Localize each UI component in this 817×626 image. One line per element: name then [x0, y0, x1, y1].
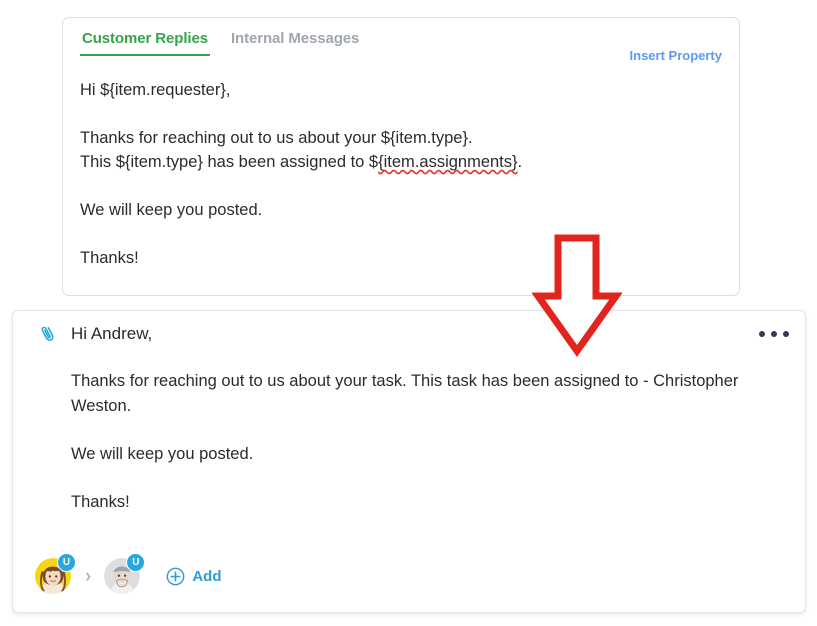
- ellipsis-dot: [759, 331, 765, 337]
- assignee-chevron-icon: ›: [85, 565, 92, 587]
- add-assignee-button[interactable]: Add: [166, 567, 222, 586]
- tab-internal-messages[interactable]: Internal Messages: [229, 18, 361, 56]
- template-paragraph: Thanks for reaching out to us about your…: [80, 126, 721, 174]
- misspelled-token: {item.assignments}: [378, 153, 518, 171]
- message-paragraph-2: We will keep you posted.: [71, 445, 254, 463]
- ellipsis-icon[interactable]: [757, 324, 791, 344]
- paperclip-icon[interactable]: [37, 323, 59, 345]
- avatar-assignee[interactable]: U: [104, 553, 146, 594]
- avatar-requester[interactable]: U: [35, 553, 76, 594]
- ellipsis-dot: [771, 331, 777, 337]
- template-paragraph-line2-suffix: .: [517, 153, 523, 171]
- template-signoff: Thanks!: [80, 249, 139, 267]
- template-paragraph-line1: Thanks for reaching out to us about your…: [80, 129, 473, 147]
- add-assignee-label: Add: [192, 567, 222, 585]
- message-header: Hi Andrew,: [13, 311, 805, 357]
- editor-tab-bar: Customer Replies Internal Messages Inser…: [63, 18, 739, 63]
- tab-customer-replies[interactable]: Customer Replies: [80, 18, 210, 56]
- message-greeting: Hi Andrew,: [71, 324, 153, 343]
- message-paragraph-1: Thanks for reaching out to us about your…: [71, 372, 739, 415]
- ellipsis-dot: [783, 331, 789, 337]
- template-greeting: Hi ${item.requester},: [80, 81, 231, 99]
- insert-property-link[interactable]: Insert Property: [630, 48, 722, 63]
- message-paragraph-3: Thanks!: [71, 493, 130, 511]
- template-closing: We will keep you posted.: [80, 201, 263, 219]
- template-paragraph-line2-prefix: This ${item.type} has been assigned to $: [80, 153, 379, 171]
- avatar-badge-u: U: [57, 553, 76, 572]
- avatar-badge-u: U: [126, 553, 146, 572]
- message-preview-card: Hi Andrew, Thanks for reaching out to us…: [12, 310, 806, 613]
- reply-template-text[interactable]: Hi ${item.requester}, Thanks for reachin…: [63, 62, 739, 270]
- plus-circle-icon: [166, 567, 185, 585]
- message-body: Thanks for reaching out to us about your…: [13, 357, 805, 515]
- reply-editor-card: Customer Replies Internal Messages Inser…: [62, 17, 740, 296]
- assignee-row: U › U Add: [35, 553, 222, 594]
